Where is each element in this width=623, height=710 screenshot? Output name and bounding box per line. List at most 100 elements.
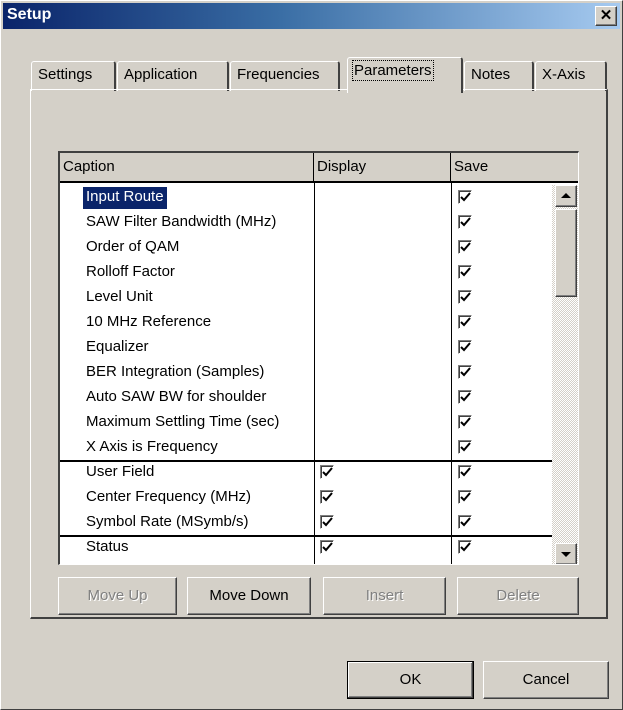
table-row[interactable]: 10 MHz Reference: [60, 310, 552, 335]
scroll-down-button[interactable]: [555, 543, 577, 564]
save-checkbox[interactable]: [458, 465, 472, 479]
table-row[interactable]: X Axis is Frequency: [60, 435, 552, 460]
save-checkbox[interactable]: [458, 315, 472, 329]
table-row[interactable]: Center Frequency (MHz): [60, 485, 552, 510]
table-row[interactable]: Auto SAW BW for shoulder: [60, 385, 552, 410]
table-row[interactable]: Order of QAM: [60, 235, 552, 260]
tab-settings[interactable]: Settings: [31, 61, 116, 91]
checkmark-icon: [460, 467, 471, 477]
row-caption: Center Frequency (MHz): [86, 488, 252, 505]
table-row[interactable]: Maximum Settling Time (sec): [60, 410, 552, 435]
tab-parameters[interactable]: Parameters: [347, 57, 463, 93]
checkmark-icon: [460, 517, 471, 527]
checkmark-icon: [460, 492, 471, 502]
tab-application[interactable]: Application: [117, 61, 229, 91]
save-checkbox[interactable]: [458, 540, 472, 554]
tab-x-axis[interactable]: X-Axis: [535, 61, 607, 91]
save-checkbox[interactable]: [458, 240, 472, 254]
save-checkbox[interactable]: [458, 265, 472, 279]
checkmark-icon: [460, 367, 471, 377]
table-row[interactable]: Status: [60, 535, 552, 560]
checkmark-icon: [460, 342, 471, 352]
row-caption: Maximum Settling Time (sec): [86, 413, 280, 430]
row-caption: X Axis is Frequency: [86, 438, 218, 455]
save-checkbox[interactable]: [458, 215, 472, 229]
window-title: Setup: [7, 6, 52, 23]
display-cell-empty[interactable]: [315, 435, 450, 460]
display-cell-empty[interactable]: [315, 185, 450, 210]
table-row[interactable]: Level Unit: [60, 285, 552, 310]
tab-label: Notes: [471, 66, 511, 83]
display-cell-empty[interactable]: [315, 285, 450, 310]
display-cell-empty[interactable]: [315, 410, 450, 435]
save-checkbox[interactable]: [458, 415, 472, 429]
row-caption: SAW Filter Bandwidth (MHz): [86, 213, 277, 230]
display-checkbox[interactable]: [320, 515, 334, 529]
row-caption: Equalizer: [86, 338, 149, 355]
display-cell-empty[interactable]: [315, 210, 450, 235]
save-checkbox[interactable]: [458, 390, 472, 404]
title-bar[interactable]: Setup ✕: [3, 3, 620, 29]
checkmark-icon: [460, 217, 471, 227]
tab-frequencies[interactable]: Frequencies: [230, 61, 340, 91]
scroll-thumb[interactable]: [555, 209, 577, 297]
table-row[interactable]: SAW Filter Bandwidth (MHz): [60, 210, 552, 235]
table-row[interactable]: Symbol Rate (MSymb/s): [60, 510, 552, 535]
vertical-scrollbar[interactable]: [552, 185, 578, 564]
save-checkbox[interactable]: [458, 190, 472, 204]
checkmark-icon: [322, 542, 333, 552]
display-checkbox[interactable]: [320, 490, 334, 504]
save-checkbox[interactable]: [458, 440, 472, 454]
save-checkbox[interactable]: [458, 365, 472, 379]
arrow-up-icon: [561, 193, 571, 198]
display-checkbox[interactable]: [320, 465, 334, 479]
column-header-caption[interactable]: Caption: [60, 153, 314, 181]
row-caption: Level Unit: [86, 288, 153, 305]
checkmark-icon: [460, 542, 471, 552]
checkmark-icon: [460, 242, 471, 252]
button-label: Cancel: [522, 671, 570, 688]
display-cell-empty[interactable]: [315, 260, 450, 285]
save-checkbox[interactable]: [458, 290, 472, 304]
tab-label: Settings: [38, 66, 93, 83]
column-header-save[interactable]: Save: [451, 153, 578, 181]
checkmark-icon: [322, 467, 333, 477]
row-caption: User Field: [86, 463, 155, 480]
tab-label: Frequencies: [237, 66, 320, 83]
row-caption: BER Integration (Samples): [86, 363, 265, 380]
display-cell-empty[interactable]: [315, 310, 450, 335]
grid-header: Caption Display Save: [60, 153, 578, 183]
display-cell-empty[interactable]: [315, 360, 450, 385]
parameter-grid[interactable]: Caption Display Save Input Route SAW Filt…: [58, 151, 579, 565]
button-label: OK: [399, 671, 422, 688]
column-header-display[interactable]: Display: [314, 153, 451, 181]
display-cell-empty[interactable]: [315, 335, 450, 360]
close-button[interactable]: ✕: [595, 6, 617, 26]
table-row[interactable]: Input Route: [60, 185, 552, 210]
save-checkbox[interactable]: [458, 515, 472, 529]
setup-dialog: Setup ✕ Settings Application Frequencies…: [0, 0, 623, 710]
cancel-button[interactable]: Cancel: [483, 661, 609, 699]
row-caption: Status: [86, 538, 129, 555]
checkmark-icon: [460, 417, 471, 427]
row-caption: 10 MHz Reference: [86, 313, 212, 330]
display-cell-empty[interactable]: [315, 235, 450, 260]
column-label: Save: [454, 158, 489, 175]
tab-label: Parameters: [352, 60, 434, 81]
tab-label: X-Axis: [542, 66, 586, 83]
checkmark-icon: [322, 517, 333, 527]
table-row[interactable]: Equalizer: [60, 335, 552, 360]
save-checkbox[interactable]: [458, 340, 472, 354]
table-row[interactable]: BER Integration (Samples): [60, 360, 552, 385]
checkmark-icon: [460, 267, 471, 277]
table-row[interactable]: Rolloff Factor: [60, 260, 552, 285]
ok-button[interactable]: OK: [347, 661, 474, 699]
row-caption: Input Route: [83, 187, 167, 209]
scroll-up-button[interactable]: [555, 185, 577, 207]
tab-notes[interactable]: Notes: [464, 61, 534, 91]
display-cell-empty[interactable]: [315, 385, 450, 410]
save-checkbox[interactable]: [458, 490, 472, 504]
display-checkbox[interactable]: [320, 540, 334, 554]
table-row[interactable]: User Field: [60, 460, 552, 485]
checkmark-icon: [460, 292, 471, 302]
